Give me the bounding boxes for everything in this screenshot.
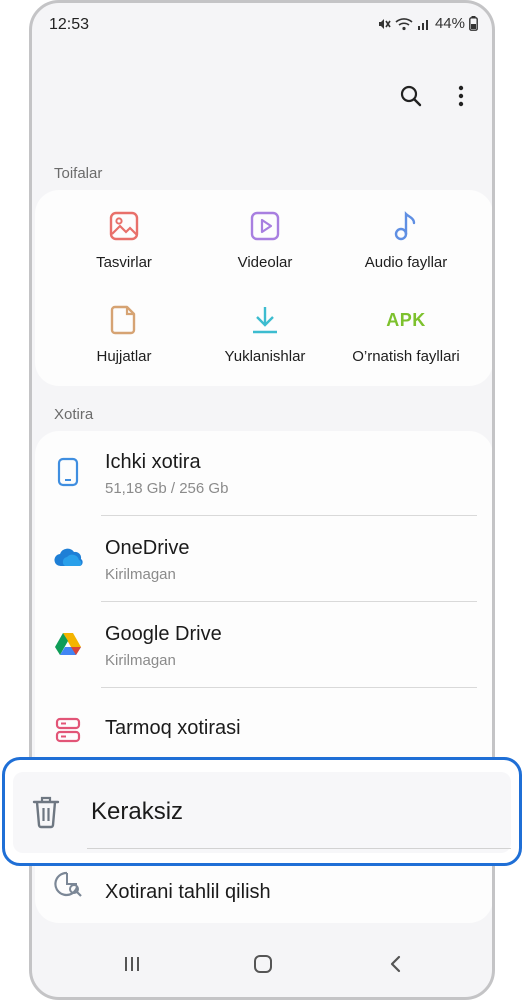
document-icon (108, 304, 140, 336)
trash-highlight-inner (13, 772, 511, 853)
audio-icon (390, 210, 422, 242)
storage-item-onedrive[interactable]: OneDrive Kirilmagan (35, 517, 492, 603)
more-options-button[interactable] (448, 85, 474, 111)
storage-title: Xotira (54, 406, 94, 423)
back-icon (388, 955, 402, 978)
storage-analysis-icon (51, 867, 85, 901)
categories-card: Tasvirlar Videolar Audio fayllar Hujjatl… (35, 190, 492, 386)
storage-item-sub: Kirilmagan (105, 652, 176, 669)
more-vertical-icon (458, 85, 464, 112)
divider (101, 687, 477, 688)
home-icon (253, 954, 273, 979)
divider (87, 848, 511, 849)
trash-icon (29, 795, 63, 829)
category-label: Yuklanishlar (224, 348, 306, 365)
category-videos[interactable]: Videolar (190, 210, 340, 271)
category-audio[interactable]: Audio fayllar (331, 210, 481, 271)
onedrive-icon (51, 541, 85, 575)
signal-icon (417, 17, 431, 31)
category-downloads[interactable]: Yuklanishlar (190, 304, 340, 365)
google-drive-icon (51, 627, 85, 661)
category-label: Audio fayllar (364, 254, 448, 271)
top-actions (398, 85, 474, 111)
storage-item-internal[interactable]: Ichki xotira 51,18 Gb / 256 Gb (35, 431, 492, 517)
status-bar: 12:53 44% (32, 3, 492, 49)
battery-icon (469, 16, 478, 31)
storage-item-sub: 51,18 Gb / 256 Gb (105, 480, 229, 497)
category-documents[interactable]: Hujjatlar (49, 304, 199, 365)
category-images[interactable]: Tasvirlar (49, 210, 199, 271)
phone-icon (51, 455, 85, 489)
wifi-icon (395, 17, 413, 31)
storage-item-google-drive[interactable]: Google Drive Kirilmagan (35, 603, 492, 689)
storage-item-title: Google Drive (105, 623, 222, 645)
image-icon (108, 210, 140, 242)
category-install-files[interactable]: APK O’rnatish fayllari (331, 304, 481, 366)
storage-item-title: OneDrive (105, 537, 190, 559)
battery-text: 44% (434, 15, 465, 32)
storage-item-title: Xotirani tahlil qilish (105, 881, 271, 903)
divider (101, 515, 477, 516)
network-storage-icon (51, 713, 85, 747)
download-icon (249, 304, 281, 336)
home-button[interactable] (248, 953, 278, 979)
categories-title: Toifalar (54, 165, 103, 182)
search-button[interactable] (398, 85, 424, 111)
status-time: 12:53 (49, 16, 90, 33)
trash-highlight[interactable]: Keraksiz (2, 757, 522, 866)
category-label: Tasvirlar (96, 254, 152, 271)
mute-icon (377, 17, 391, 31)
category-label: Videolar (237, 254, 293, 271)
storage-item-sub: Kirilmagan (105, 566, 176, 583)
back-button[interactable] (380, 953, 410, 979)
storage-item-title: Ichki xotira (105, 451, 201, 473)
storage-item-title: Tarmoq xotirasi (105, 717, 241, 739)
status-icons: 44% (377, 15, 478, 32)
category-label: O’rnatish fayllari (352, 348, 460, 365)
video-icon (249, 210, 281, 242)
search-icon (400, 85, 422, 112)
trash-label: Keraksiz (91, 798, 184, 825)
apk-text: APK (386, 309, 426, 330)
apk-icon: APK (386, 304, 425, 336)
recents-button[interactable] (117, 953, 147, 979)
recents-icon (123, 955, 141, 978)
divider (101, 601, 477, 602)
category-label: Hujjatlar (96, 348, 152, 365)
navigation-bar (32, 937, 492, 997)
